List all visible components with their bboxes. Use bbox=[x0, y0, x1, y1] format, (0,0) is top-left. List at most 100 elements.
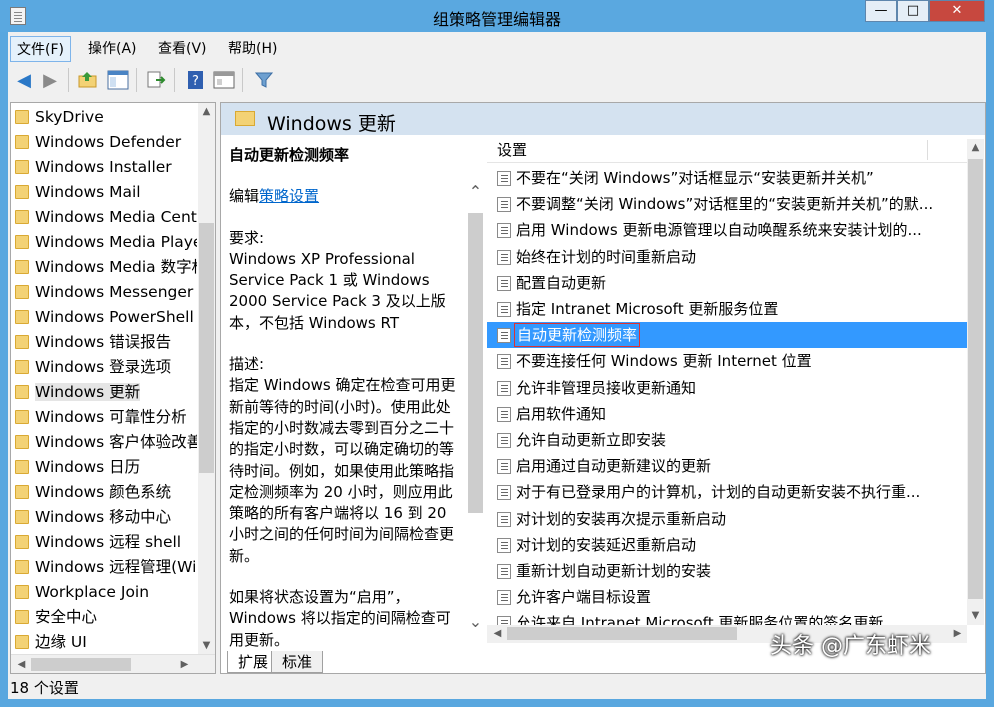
tree-item[interactable]: Windows 可靠性分析 bbox=[11, 405, 197, 430]
tree-item[interactable]: 安全中心 bbox=[11, 605, 197, 630]
maximize-button[interactable]: □ bbox=[897, 0, 929, 22]
description-scrollbar[interactable]: ⌃ ⌄ bbox=[467, 183, 486, 641]
scroll-left-icon[interactable]: ◀ bbox=[489, 625, 506, 642]
tree-item-label: Windows 登录选项 bbox=[35, 358, 172, 376]
tree-item-label: Windows 移动中心 bbox=[35, 508, 172, 526]
tree-item[interactable]: Windows Defender bbox=[11, 130, 197, 155]
list-vertical-scrollbar[interactable]: ▲ ▼ bbox=[967, 139, 984, 625]
scroll-up-icon[interactable]: ▲ bbox=[198, 103, 215, 120]
folder-icon bbox=[15, 535, 29, 549]
policy-row[interactable]: 允许自动更新立即安装 bbox=[487, 427, 967, 453]
minimize-button[interactable]: — bbox=[865, 0, 897, 22]
folder-icon bbox=[15, 185, 29, 199]
tree-horizontal-scrollbar[interactable]: ◀ ▶ bbox=[11, 654, 215, 673]
scroll-thumb[interactable] bbox=[199, 223, 214, 473]
policy-row-label: 不要调整“关闭 Windows”对话框里的“安装更新并关机”的默... bbox=[516, 195, 934, 214]
main-title: Windows 更新 bbox=[267, 113, 396, 135]
scroll-down-icon[interactable]: ▼ bbox=[967, 607, 984, 624]
tree-item[interactable]: Windows 登录选项 bbox=[11, 355, 197, 380]
scroll-down-icon[interactable]: ▼ bbox=[198, 637, 215, 654]
filter-icon[interactable] bbox=[252, 68, 276, 92]
policy-row[interactable]: 允许非管理员接收更新通知 bbox=[487, 375, 967, 401]
scroll-right-icon[interactable]: ▶ bbox=[176, 656, 193, 673]
policy-row[interactable]: 不要调整“关闭 Windows”对话框里的“安装更新并关机”的默... bbox=[487, 191, 967, 217]
menu-file[interactable]: 文件(F) bbox=[10, 36, 71, 62]
policy-row[interactable]: 启用软件通知 bbox=[487, 401, 967, 427]
up-folder-icon[interactable] bbox=[76, 68, 100, 92]
tree-item[interactable]: Windows Mail bbox=[11, 180, 197, 205]
title-bar[interactable]: 组策略管理编辑器 — □ ✕ bbox=[0, 0, 994, 32]
tree-pane[interactable]: SkyDrive Windows Defender Windows Installe… bbox=[10, 102, 216, 674]
back-icon[interactable]: ◀ bbox=[12, 68, 36, 92]
export-list-icon[interactable] bbox=[144, 68, 168, 92]
scroll-thumb[interactable] bbox=[31, 658, 131, 671]
close-button[interactable]: ✕ bbox=[929, 0, 985, 22]
help-icon[interactable]: ? bbox=[184, 68, 208, 92]
policy-setting-icon bbox=[497, 590, 511, 606]
policy-row[interactable]: 重新计划自动更新计划的安装 bbox=[487, 558, 967, 584]
scroll-up-icon[interactable]: ▲ bbox=[967, 139, 984, 156]
tab-standard[interactable]: 标准 bbox=[271, 651, 324, 673]
tree-item-label: SkyDrive bbox=[35, 108, 104, 126]
scroll-thumb[interactable] bbox=[507, 627, 737, 640]
policy-row-label: 指定 Intranet Microsoft 更新服务位置 bbox=[516, 300, 779, 318]
policy-settings-link[interactable]: 策略设置 bbox=[259, 187, 319, 205]
tree-item[interactable]: Windows 颜色系统 bbox=[11, 480, 197, 505]
policy-setting-icon bbox=[497, 564, 511, 579]
menu-view[interactable]: 查看(V) bbox=[152, 36, 213, 62]
tree-item[interactable]: Windows Messenger bbox=[11, 280, 197, 305]
tree-item-label: Windows Media Cente bbox=[35, 208, 197, 226]
tree-item[interactable]: Windows Media Cente bbox=[11, 205, 197, 230]
policy-row[interactable]: 不要连接任何 Windows 更新 Internet 位置 bbox=[487, 348, 967, 374]
tree-item[interactable]: Windows 错误报告 bbox=[11, 330, 197, 355]
scroll-down-icon[interactable]: ⌄ bbox=[467, 613, 484, 630]
menu-help[interactable]: 帮助(H) bbox=[222, 36, 283, 62]
folder-icon bbox=[15, 585, 29, 599]
policy-row-label: 不要在“关闭 Windows”对话框显示“安装更新并关机” bbox=[516, 169, 874, 187]
tree-item[interactable]: Windows 远程 shell bbox=[11, 530, 197, 555]
policy-row[interactable]: 始终在计划的时间重新启动 bbox=[487, 244, 967, 270]
scroll-right-icon[interactable]: ▶ bbox=[949, 625, 966, 642]
tree-item[interactable]: Windows 远程管理(Win bbox=[11, 555, 197, 580]
forward-icon[interactable]: ▶ bbox=[38, 68, 62, 92]
tree-item[interactable]: Windows 更新 bbox=[11, 380, 197, 405]
policy-row-label: 允许非管理员接收更新通知 bbox=[516, 378, 697, 397]
policy-row[interactable]: 允许客户端目标设置 bbox=[487, 584, 967, 610]
folder-icon bbox=[235, 111, 255, 126]
policy-row-label: 重新计划自动更新计划的安装 bbox=[516, 562, 712, 580]
scroll-thumb[interactable] bbox=[968, 159, 983, 599]
tree-item[interactable]: SkyDrive bbox=[11, 105, 197, 130]
tree-item[interactable]: 边缘 UI bbox=[11, 630, 197, 655]
scroll-left-icon[interactable]: ◀ bbox=[13, 656, 30, 673]
folder-icon bbox=[15, 610, 29, 624]
scroll-up-icon[interactable]: ⌃ bbox=[467, 183, 484, 200]
policy-row[interactable]: 配置自动更新 bbox=[487, 270, 967, 296]
column-header-settings[interactable]: 设置 bbox=[487, 137, 967, 163]
policy-row[interactable]: 自动更新检测频率 bbox=[487, 322, 967, 349]
policy-row[interactable]: 启用通过自动更新建议的更新 bbox=[487, 453, 967, 479]
tree-vertical-scrollbar[interactable]: ▲ ▼ bbox=[198, 103, 215, 654]
policy-row[interactable]: 对计划的安装再次提示重新启动 bbox=[487, 506, 967, 532]
tree-item[interactable]: Windows 移动中心 bbox=[11, 505, 197, 530]
policy-row[interactable]: 启用 Windows 更新电源管理以自动唤醒系统来安装计划的... bbox=[487, 217, 967, 243]
policy-row[interactable]: 不要在“关闭 Windows”对话框显示“安装更新并关机” bbox=[487, 165, 967, 191]
folder-icon bbox=[15, 410, 29, 424]
tree-item[interactable]: Windows 日历 bbox=[11, 455, 197, 480]
tree-item-label: Windows Defender bbox=[35, 133, 182, 151]
tree-item[interactable]: Windows Installer bbox=[11, 155, 197, 180]
tree-item[interactable]: Windows Media 数字权 bbox=[11, 255, 197, 280]
window-title: 组策略管理编辑器 bbox=[432, 10, 561, 29]
properties-icon[interactable] bbox=[212, 68, 236, 92]
tree-item[interactable]: Windows 客户体验改善 bbox=[11, 430, 197, 455]
menu-action[interactable]: 操作(A) bbox=[82, 36, 143, 62]
policy-row[interactable]: 对计划的安装延迟重新启动 bbox=[487, 532, 967, 558]
tree-item[interactable]: Windows PowerShell bbox=[11, 305, 197, 330]
scroll-thumb[interactable] bbox=[468, 213, 483, 513]
tree-item-label: 边缘 UI bbox=[35, 633, 87, 651]
policy-row[interactable]: 指定 Intranet Microsoft 更新服务位置 bbox=[487, 296, 967, 322]
tree-item-label: Windows 远程 shell bbox=[35, 533, 182, 551]
policy-row[interactable]: 对于有已登录用户的计算机，计划的自动更新安装不执行重... bbox=[487, 479, 967, 505]
tree-item[interactable]: Workplace Join bbox=[11, 580, 197, 605]
show-hide-tree-icon[interactable] bbox=[106, 68, 130, 92]
tree-item[interactable]: Windows Media Playe bbox=[11, 230, 197, 255]
